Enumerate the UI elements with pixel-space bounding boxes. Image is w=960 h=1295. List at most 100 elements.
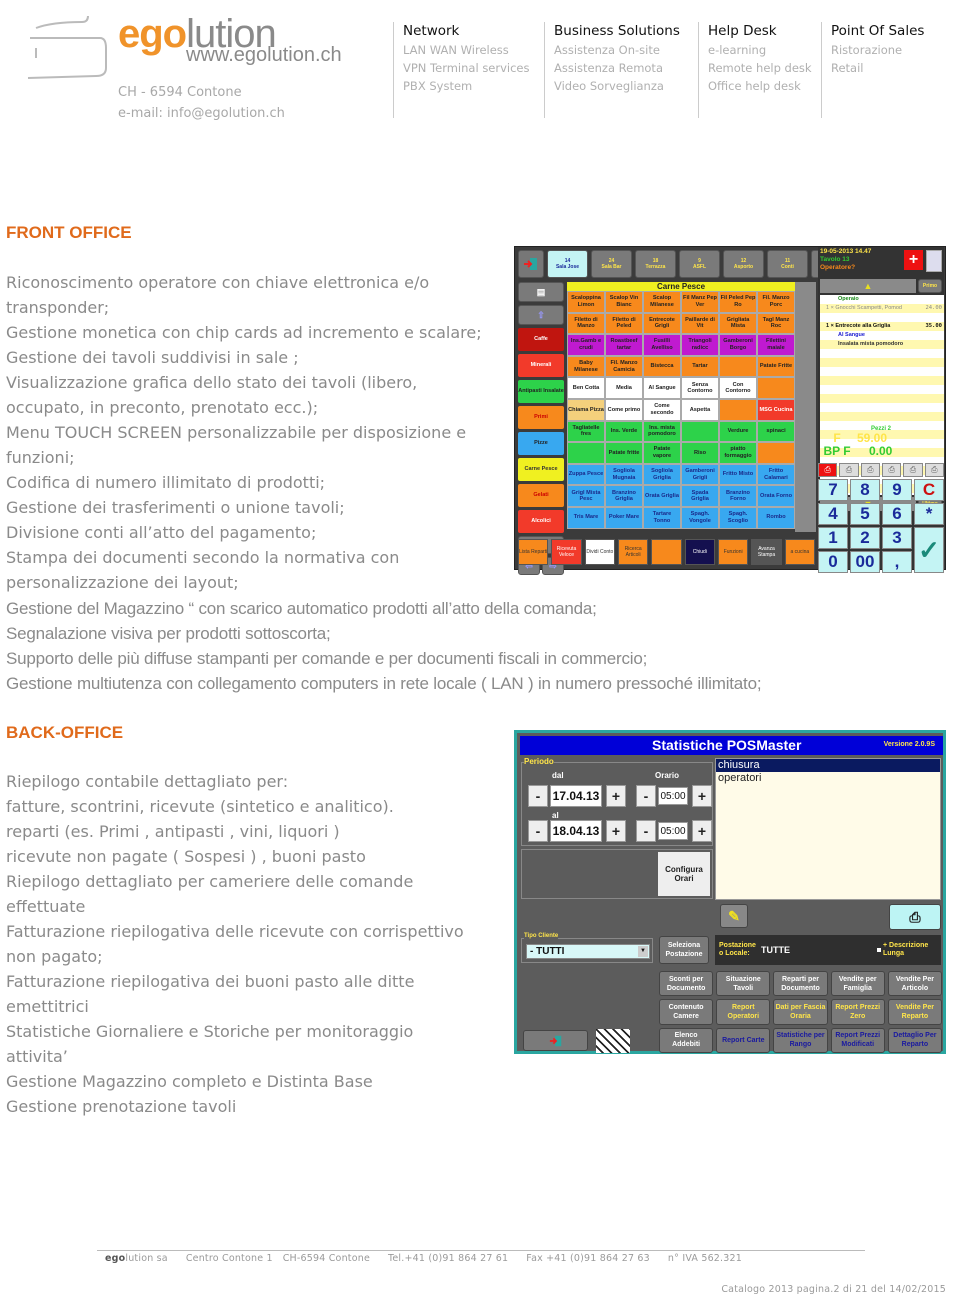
product-button[interactable]: Fil. Manzo Camicia <box>605 355 643 378</box>
report-list-item[interactable]: operatori <box>716 772 940 785</box>
product-button[interactable] <box>681 420 719 443</box>
product-button[interactable] <box>567 442 605 464</box>
nav-link[interactable]: Assistenza On-site <box>554 41 696 59</box>
product-button[interactable]: Riso <box>681 442 719 464</box>
product-button[interactable]: Fritto Misto <box>719 463 757 486</box>
clipboard-icon[interactable] <box>926 250 942 272</box>
ticket-scroll-up[interactable]: ▲ <box>820 279 916 293</box>
keypad-key[interactable]: 0 <box>818 551 848 573</box>
room-tab[interactable]: 14 Sala Jose <box>547 250 588 278</box>
product-button[interactable]: Ins. mista pomodoro <box>643 420 681 443</box>
product-button[interactable]: Ins. Verde <box>605 420 643 443</box>
product-button[interactable]: Al Sangue <box>643 377 681 399</box>
report-button[interactable]: Report Carte <box>716 1027 771 1053</box>
product-button[interactable] <box>757 442 795 464</box>
product-button[interactable]: Orata Griglia <box>643 485 681 507</box>
toolbar-button[interactable]: Funzioni <box>718 539 749 565</box>
first-button[interactable]: Primo <box>918 279 942 293</box>
to-date-plus[interactable]: + <box>606 820 626 842</box>
product-button[interactable]: Fil Peled Pep Ro <box>719 291 757 313</box>
product-button[interactable]: Tagl Manz Roc <box>757 312 795 335</box>
from-time-field[interactable]: 05:00 <box>658 787 688 805</box>
nav-title[interactable]: Business Solutions <box>554 22 696 41</box>
keypad-key[interactable]: , <box>882 551 912 573</box>
product-button[interactable]: Filettini maiale <box>757 334 795 356</box>
toolbar-button[interactable]: Dividi Conto <box>584 539 615 565</box>
edit-button[interactable]: ✎ <box>720 904 748 928</box>
product-button[interactable]: Spagh. Scoglio <box>719 506 757 529</box>
header-email[interactable]: e-mail: info@egolution.ch <box>118 106 285 121</box>
room-tab[interactable]: 24 Sala Bar <box>591 250 632 278</box>
report-button[interactable]: Vendite Per Reparto <box>887 999 942 1025</box>
toolbar-button[interactable]: Lista Reparti <box>518 539 549 565</box>
product-button[interactable]: Ben Cotta <box>567 377 605 399</box>
product-button[interactable]: Scaloppina Limon <box>567 291 605 313</box>
to-date-field[interactable]: 18.04.13 <box>550 820 602 842</box>
keypad-key[interactable]: 5 <box>850 503 880 525</box>
product-button[interactable]: Spada Griglia <box>681 485 719 507</box>
from-time-plus[interactable]: + <box>692 785 712 807</box>
product-button[interactable]: Filetto di Manzo <box>567 312 605 335</box>
product-button[interactable]: Fil. Manzo Porc <box>757 291 795 313</box>
ticket-row[interactable]: Insalata mista pomodoro <box>820 340 944 349</box>
room-tab[interactable]: 18 Terrazza <box>635 250 676 278</box>
product-button[interactable]: Fritto Calamari <box>757 463 795 486</box>
ticket-row[interactable]: Al Sangue <box>820 331 944 340</box>
keypad-key[interactable]: C <box>914 479 944 501</box>
from-date-minus[interactable]: - <box>528 785 548 807</box>
product-button[interactable]: Tartare Tonno <box>643 506 681 529</box>
nav-link[interactable]: Ristorazione <box>831 41 951 59</box>
from-time-minus[interactable]: - <box>636 785 656 807</box>
product-button[interactable]: Ins.Gamb e crudi <box>567 334 605 356</box>
toolbar-button[interactable] <box>651 539 682 565</box>
toolbar-button[interactable]: Ricerca Articoli <box>618 539 649 565</box>
new-doc-button[interactable]: ▤ <box>518 282 564 302</box>
product-button[interactable]: Branzino Forno <box>719 485 757 507</box>
report-button[interactable]: Sconti per Documento <box>659 971 714 997</box>
product-button[interactable]: Chiama Pizza <box>567 398 605 421</box>
keypad-key[interactable]: 9 <box>882 479 912 501</box>
nav-link[interactable]: Remote help desk <box>708 59 820 77</box>
from-date-field[interactable]: 17.04.13 <box>550 785 602 807</box>
keypad-key[interactable]: 4 <box>818 503 848 525</box>
report-button[interactable]: Dettaglio Per Reparto <box>887 1027 942 1053</box>
nav-title[interactable]: Network <box>403 22 543 41</box>
department-button[interactable]: Antipasti Insalate <box>518 380 564 403</box>
exit-button[interactable] <box>523 1030 588 1051</box>
product-button[interactable]: Poker Mare <box>605 506 643 529</box>
printer-select-button[interactable]: ⎙ <box>881 463 902 477</box>
product-button[interactable]: Bistecca <box>643 355 681 378</box>
report-button[interactable]: Elenco Addebiti <box>659 1027 714 1053</box>
long-desc-checkbox[interactable] <box>877 948 881 952</box>
product-button[interactable]: Tagliatelle fres <box>567 420 605 443</box>
report-list-item[interactable]: chiusura <box>716 759 940 772</box>
product-button[interactable]: Patate fritte <box>605 442 643 464</box>
product-button[interactable]: Fusilli Avelliso <box>643 334 681 356</box>
product-button[interactable]: Entrecote Grigli <box>643 312 681 335</box>
product-button[interactable]: Orata Forno <box>757 485 795 507</box>
report-button[interactable]: Vendite Per Articolo <box>887 971 942 997</box>
toolbar-button[interactable]: Ricevuta Veloce <box>551 539 582 565</box>
product-button[interactable]: Tris Mare <box>567 506 605 529</box>
keypad-key[interactable]: 2 <box>850 527 880 549</box>
product-button[interactable]: Rombo <box>757 506 795 529</box>
product-button[interactable] <box>757 377 795 399</box>
nav-title[interactable]: Point Of Sales <box>831 22 951 41</box>
printer-select-button[interactable]: ⎙ <box>818 463 838 477</box>
product-button[interactable]: Patate vapore <box>643 442 681 464</box>
report-button[interactable]: Statistiche per Rango <box>773 1027 828 1053</box>
ticket-row[interactable]: 1 × Entrecote alla Griglia 35.00 <box>820 322 944 331</box>
product-button[interactable]: Triangoli radicc <box>681 334 719 356</box>
keypad-key[interactable]: 00 <box>850 551 880 573</box>
room-tab[interactable]: 12 Asporto <box>723 250 764 278</box>
product-button[interactable]: Scalop Vin Bianc <box>605 291 643 313</box>
keypad-key[interactable]: * <box>914 503 944 525</box>
product-button[interactable]: Roastbeef tartar <box>605 334 643 356</box>
keypad-key[interactable]: 8 <box>850 479 880 501</box>
scroll-up-button[interactable]: ⇧ <box>518 305 564 325</box>
brand-url[interactable]: www.egolution.ch <box>186 44 342 67</box>
report-button[interactable]: Vendite per Famiglia <box>830 971 885 997</box>
to-date-minus[interactable]: - <box>528 820 548 842</box>
product-button[interactable]: Patate Fritte <box>757 355 795 378</box>
report-button[interactable]: Contenuto Camere <box>659 999 714 1025</box>
